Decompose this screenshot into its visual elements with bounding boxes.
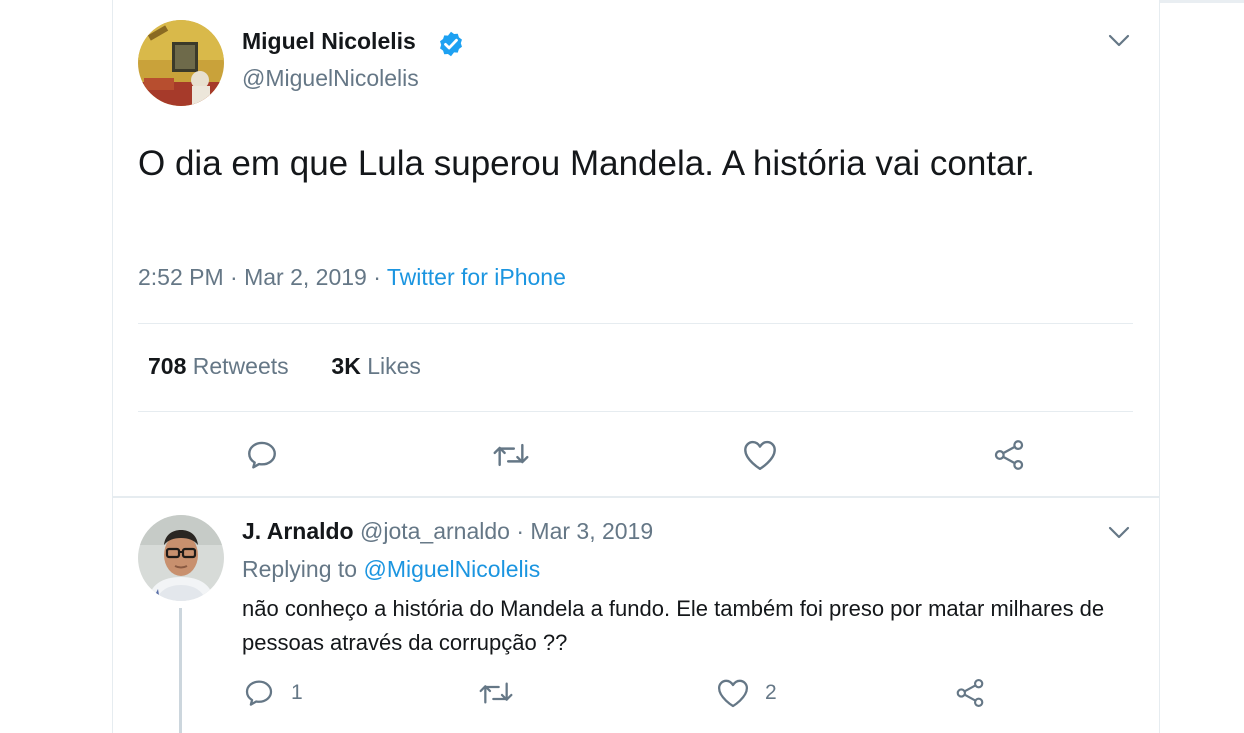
retweet-icon [479,682,513,704]
meta-separator: · [516,518,531,544]
likes-stat[interactable]: 3K Likes [331,353,421,379]
heart-icon [744,440,776,470]
share-button[interactable] [991,438,1027,472]
retweets-stat[interactable]: 708 Retweets [148,353,289,379]
retweets-label: Retweets [192,353,289,379]
tweet-stats: 708 Retweets 3K Likes [148,353,421,380]
reply-icon [248,441,276,469]
reply-author-handle[interactable]: @jota_arnaldo [360,518,510,544]
reply-share-button[interactable] [953,677,987,709]
tweet-source[interactable]: Twitter for iPhone [387,264,566,290]
chevron-down-icon[interactable] [1108,34,1130,48]
divider [138,323,1133,324]
tweet-separator [112,496,1160,498]
retweets-count: 708 [148,353,187,379]
reply-count: 1 [291,681,303,704]
like-button[interactable] [742,438,778,472]
reply-icon [245,680,273,706]
divider [138,411,1133,412]
author-handle[interactable]: @MiguelNicolelis [242,65,419,92]
retweet-icon [493,443,529,467]
replying-prefix: Replying to [242,556,358,582]
replying-to: Replying to @MiguelNicolelis [242,556,540,583]
reply-retweet-button[interactable] [478,677,514,709]
chevron-down-icon[interactable] [1108,526,1130,540]
author-name[interactable]: Miguel Nicolelis [242,28,416,55]
tweet-date[interactable]: Mar 2, 2019 [244,264,367,290]
avatar[interactable] [138,20,224,106]
reply-date[interactable]: Mar 3, 2019 [530,518,653,544]
reply-author-name[interactable]: J. Arnaldo [242,518,354,544]
likes-count: 3K [331,353,361,379]
reply-button[interactable] [245,438,279,472]
reply-text: não conheço a história do Mandela a fund… [242,596,1105,655]
tweet-time[interactable]: 2:52 PM [138,264,224,290]
verified-badge-icon [440,31,462,57]
like-count: 2 [765,681,777,704]
top-border-right [1160,0,1244,3]
share-icon [994,440,1024,470]
likes-label: Likes [367,353,421,379]
reply-avatar[interactable] [138,515,224,601]
share-icon [956,678,984,707]
retweet-button[interactable] [492,438,530,472]
thread-line [179,608,182,733]
reply-reply-button[interactable] [243,677,275,709]
meta-separator: · [373,264,387,290]
reply-header: J. Arnaldo @jota_arnaldo · Mar 3, 2019 [242,518,653,545]
tweet-text: O dia em que Lula superou Mandela. A his… [138,144,1035,183]
tweet-meta: 2:52 PM · Mar 2, 2019 · Twitter for iPho… [138,264,566,291]
heart-icon [717,679,749,708]
reply-like-button[interactable] [716,677,750,709]
replying-to-link[interactable]: @MiguelNicolelis [363,556,540,582]
meta-separator: · [230,264,245,290]
